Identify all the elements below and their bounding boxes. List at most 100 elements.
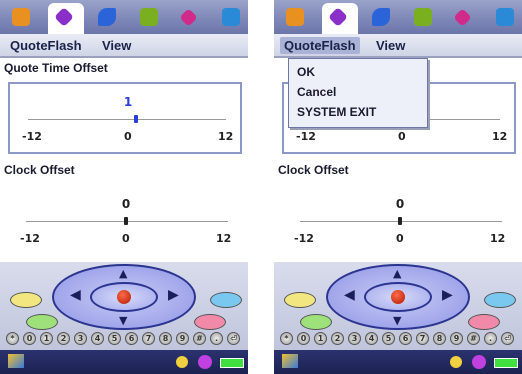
- arrow-right-icon[interactable]: ▶: [442, 288, 453, 302]
- phone-icon[interactable]: [372, 8, 390, 26]
- blue-soft-button[interactable]: [484, 292, 516, 308]
- quote-offset-slider[interactable]: 1 -12 0 12: [8, 82, 242, 154]
- key-button[interactable]: .: [210, 332, 223, 345]
- key-button[interactable]: 6: [399, 332, 412, 345]
- ok-button[interactable]: [391, 290, 405, 304]
- arrow-left-icon[interactable]: ◀: [344, 288, 355, 302]
- pink-soft-button[interactable]: [468, 314, 500, 330]
- key-button[interactable]: *: [6, 332, 19, 345]
- slider-max-label: 12: [490, 232, 506, 245]
- key-button[interactable]: *: [280, 332, 293, 345]
- slider-min-label: -12: [294, 232, 314, 245]
- slider-max-label: 12: [492, 130, 508, 143]
- number-keys-row: * 0 1 2 3 4 5 6 7 8 9 # . ⏎: [280, 332, 518, 346]
- slider-value: 1: [123, 95, 133, 109]
- arrow-right-icon[interactable]: ▶: [168, 288, 179, 302]
- slider-thumb[interactable]: [398, 217, 402, 225]
- key-button[interactable]: 8: [433, 332, 446, 345]
- number-keys-row: * 0 1 2 3 4 5 6 7 8 9 # . ⏎: [6, 332, 244, 346]
- key-button[interactable]: 2: [331, 332, 344, 345]
- clock-offset-title: Clock Offset: [4, 163, 75, 177]
- slider-value: 0: [121, 197, 131, 211]
- key-button[interactable]: 0: [23, 332, 36, 345]
- key-button[interactable]: 4: [365, 332, 378, 345]
- green-soft-button[interactable]: [300, 314, 332, 330]
- slider-thumb[interactable]: [134, 115, 138, 123]
- key-button[interactable]: 5: [382, 332, 395, 345]
- quoteflash-menu[interactable]: QuoteFlash: [6, 37, 86, 54]
- remote-control-pad: ▲ ▼ ◀ ▶ * 0 1 2 3 4 5 6 7 8 9 # . ⏎: [274, 262, 522, 374]
- battery-icon: [220, 358, 244, 368]
- slider-zero-label: 0: [398, 130, 406, 143]
- diamond-icon[interactable]: [453, 8, 472, 27]
- ok-button[interactable]: [117, 290, 131, 304]
- arrow-down-icon[interactable]: ▼: [119, 315, 127, 326]
- grid-icon[interactable]: [496, 8, 514, 26]
- slider-zero-label: 0: [396, 232, 404, 245]
- ok-menu-item[interactable]: OK: [297, 65, 315, 79]
- calendar-icon[interactable]: [414, 8, 432, 26]
- slider-max-label: 12: [216, 232, 232, 245]
- key-button[interactable]: ⏎: [227, 332, 240, 345]
- slider-thumb[interactable]: [124, 217, 128, 225]
- app-tab-bar: [0, 0, 248, 34]
- quote-time-offset-title: Quote Time Offset: [4, 61, 108, 75]
- view-menu[interactable]: View: [98, 37, 135, 54]
- key-button[interactable]: 2: [57, 332, 70, 345]
- key-button[interactable]: 9: [176, 332, 189, 345]
- slider-max-label: 12: [218, 130, 234, 143]
- slider-min-label: -12: [20, 232, 40, 245]
- slider-value: 0: [395, 197, 405, 211]
- key-button[interactable]: 5: [108, 332, 121, 345]
- key-button[interactable]: .: [484, 332, 497, 345]
- key-button[interactable]: 1: [40, 332, 53, 345]
- key-button[interactable]: 3: [348, 332, 361, 345]
- key-button[interactable]: 7: [416, 332, 429, 345]
- key-button[interactable]: 7: [142, 332, 155, 345]
- grid-icon[interactable]: [222, 8, 240, 26]
- record-icon[interactable]: [198, 355, 212, 369]
- signal-icon: [282, 354, 298, 368]
- remote-control-pad: ▲ ▼ ◀ ▶ * 0 1 2 3 4 5 6 7 8 9 # . ⏎: [0, 262, 248, 374]
- arrow-down-icon[interactable]: ▼: [393, 315, 401, 326]
- quoteflash-menu[interactable]: QuoteFlash: [280, 37, 360, 54]
- key-button[interactable]: #: [193, 332, 206, 345]
- key-button[interactable]: 8: [159, 332, 172, 345]
- key-button[interactable]: 0: [297, 332, 310, 345]
- yellow-soft-button[interactable]: [10, 292, 42, 308]
- sun-icon[interactable]: [450, 356, 462, 368]
- menu-bar: QuoteFlash View: [274, 34, 522, 58]
- key-button[interactable]: 9: [450, 332, 463, 345]
- slider-zero-label: 0: [122, 232, 130, 245]
- arrow-left-icon[interactable]: ◀: [70, 288, 81, 302]
- battery-icon: [494, 358, 518, 368]
- arrow-up-icon[interactable]: ▲: [119, 268, 127, 279]
- view-menu[interactable]: View: [372, 37, 409, 54]
- slider-min-label: -12: [22, 130, 42, 143]
- key-button[interactable]: ⏎: [501, 332, 514, 345]
- arrow-up-icon[interactable]: ▲: [393, 268, 401, 279]
- key-button[interactable]: 4: [91, 332, 104, 345]
- mail-icon[interactable]: [12, 8, 30, 26]
- phone-icon[interactable]: [98, 8, 116, 26]
- cancel-menu-item[interactable]: Cancel: [297, 85, 336, 99]
- clock-offset-slider[interactable]: 0 -12 0 12: [8, 186, 242, 258]
- diamond-icon[interactable]: [179, 8, 198, 27]
- green-soft-button[interactable]: [26, 314, 58, 330]
- blue-soft-button[interactable]: [210, 292, 242, 308]
- record-icon[interactable]: [472, 355, 486, 369]
- yellow-soft-button[interactable]: [284, 292, 316, 308]
- quoteflash-dropdown-menu: OK Cancel SYSTEM EXIT: [288, 58, 428, 128]
- clock-offset-title: Clock Offset: [278, 163, 349, 177]
- sun-icon[interactable]: [176, 356, 188, 368]
- key-button[interactable]: 6: [125, 332, 138, 345]
- system-exit-menu-item[interactable]: SYSTEM EXIT: [297, 105, 376, 119]
- pink-soft-button[interactable]: [194, 314, 226, 330]
- key-button[interactable]: #: [467, 332, 480, 345]
- clock-offset-slider[interactable]: 0 -12 0 12: [282, 186, 516, 258]
- mail-icon[interactable]: [286, 8, 304, 26]
- device-screen-right: QuoteFlash View -12 0 12 OK Cancel SYSTE…: [274, 0, 522, 374]
- key-button[interactable]: 3: [74, 332, 87, 345]
- key-button[interactable]: 1: [314, 332, 327, 345]
- calendar-icon[interactable]: [140, 8, 158, 26]
